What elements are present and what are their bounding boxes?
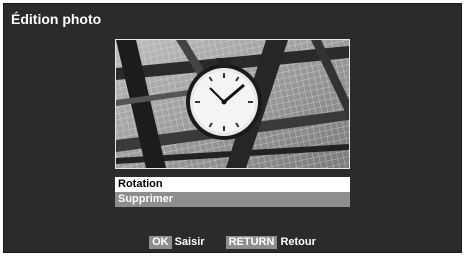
return-key: RETURN [225, 236, 278, 249]
menu-item-label: Supprimer [118, 193, 174, 205]
page-title: Édition photo [11, 11, 102, 27]
photo-preview [115, 39, 350, 169]
edit-menu: Rotation Supprimer [115, 177, 350, 207]
key-hints: OK Saisir RETURN Retour [4, 236, 461, 249]
ok-hint-label: Saisir [174, 236, 205, 248]
return-hint-label: Retour [280, 236, 316, 248]
menu-item-delete[interactable]: Supprimer [115, 192, 350, 207]
ok-key: OK [149, 236, 172, 249]
ok-hint[interactable]: OK Saisir [149, 236, 205, 249]
return-hint[interactable]: RETURN Retour [225, 236, 316, 249]
menu-item-rotation[interactable]: Rotation [115, 177, 350, 192]
photo-edit-screen: Édition photo Rotation Supprimer OK Sais… [3, 3, 462, 253]
menu-item-label: Rotation [118, 178, 163, 190]
clock-photo-image [116, 40, 349, 168]
